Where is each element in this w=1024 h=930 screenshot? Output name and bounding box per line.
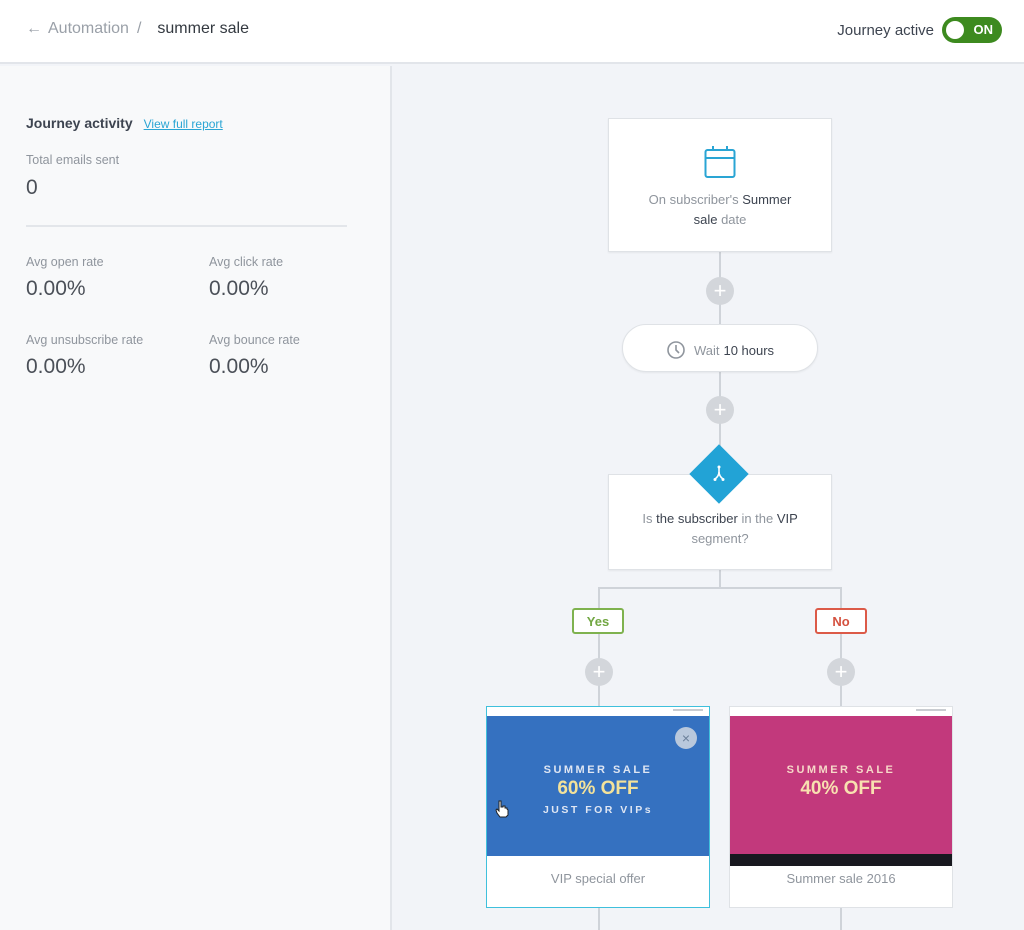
toggle-knob [946,21,964,39]
condition-text: Is [642,511,653,526]
add-step-button-no[interactable]: + [827,658,855,686]
wait-content: Wait 10 hours [623,340,817,360]
total-emails-value: 0 [26,176,38,199]
email-preview-header [487,707,709,716]
toggle-state-text: ON [973,22,994,37]
remove-email-button[interactable]: × [675,727,697,749]
email-card-vip-special-offer[interactable]: SUMMER SALE 60% OFF JUST FOR VIPs × VIP … [486,706,710,908]
wait-step[interactable]: Wait 10 hours [622,324,818,372]
avg-open-rate-label: Avg open rate [26,255,104,269]
avg-click-rate-value: 0.00% [209,277,269,300]
connector-line [840,908,842,930]
trigger-card[interactable]: On subscriber's Summer sale date [608,118,832,252]
journey-active-toggle[interactable]: ON [942,17,1002,43]
add-step-button-yes[interactable]: + [585,658,613,686]
email-name: VIP special offer [550,871,646,886]
email-preview-offer: 40% OFF [800,778,882,799]
total-emails-label: Total emails sent [26,153,120,167]
clock-icon [667,341,685,359]
breadcrumb: ← Automation / summer sale [26,20,249,38]
connector-line [840,587,842,707]
arrow-left-icon[interactable]: ← [26,20,42,38]
journey-canvas: On subscriber's Summer sale date + Wait … [394,66,1024,930]
journey-active-label: Journey active [837,21,934,39]
avg-unsubscribe-rate-label: Avg unsubscribe rate [26,333,144,347]
email-preview-subline: JUST FOR VIPs [542,804,654,816]
journey-activity-panel: Journey activity View full report Total … [0,66,392,930]
email-name: Summer sale 2016 [786,871,896,886]
no-branch-label: No [815,608,867,634]
condition-description: Is the subscriber in the VIP segment? [609,509,831,549]
connector-line [719,570,721,588]
connector-line [598,908,600,930]
trigger-text: On subscriber's [648,192,739,207]
email-preview-headline: SUMMER SALE [786,764,896,776]
avg-bounce-rate-value: 0.00% [209,355,269,378]
condition-text: segment? [691,531,749,546]
trigger-description: On subscriber's Summer sale date [609,190,831,230]
top-bar: ← Automation / summer sale Journey activ… [0,0,1024,64]
view-full-report-link[interactable]: View full report [144,117,223,131]
page-title: summer sale [157,20,249,37]
breadcrumb-separator: / [136,20,142,37]
avg-unsubscribe-rate-value: 0.00% [26,355,86,378]
email-preview-image: SUMMER SALE 40% OFF [730,716,952,866]
email-preview-offer: 60% OFF [557,778,639,799]
split-branch-icon [713,465,725,481]
connector-line [598,587,842,589]
journey-active-control: Journey active ON [837,17,1002,43]
calendar-icon [704,146,736,178]
add-step-button[interactable]: + [706,277,734,305]
divider [26,225,347,227]
wait-duration: 10 hours [723,342,775,358]
avg-open-rate-value: 0.00% [26,277,86,300]
email-preview-header [730,707,952,716]
condition-subject: the subscriber [656,511,738,526]
wait-text: Wait [693,342,720,358]
condition-segment: VIP [776,511,798,526]
activity-title: Journey activity [26,115,133,131]
activity-header: Journey activity View full report [26,115,223,131]
email-card-summer-sale-2016[interactable]: SUMMER SALE 40% OFF Summer sale 2016 [729,706,953,908]
avg-click-rate-label: Avg click rate [209,255,284,269]
add-step-button[interactable]: + [706,396,734,424]
trigger-text: date [721,212,747,227]
email-preview-headline: SUMMER SALE [543,764,653,776]
yes-branch-label: Yes [572,608,624,634]
email-preview-image: SUMMER SALE 60% OFF JUST FOR VIPs × [487,716,709,856]
email-preview-footer-bar [730,854,952,866]
connector-line [598,587,600,707]
avg-bounce-rate-label: Avg bounce rate [209,333,300,347]
hand-cursor-icon [495,800,509,818]
condition-text: in the [741,511,774,526]
breadcrumb-automation-link[interactable]: Automation [48,20,129,38]
